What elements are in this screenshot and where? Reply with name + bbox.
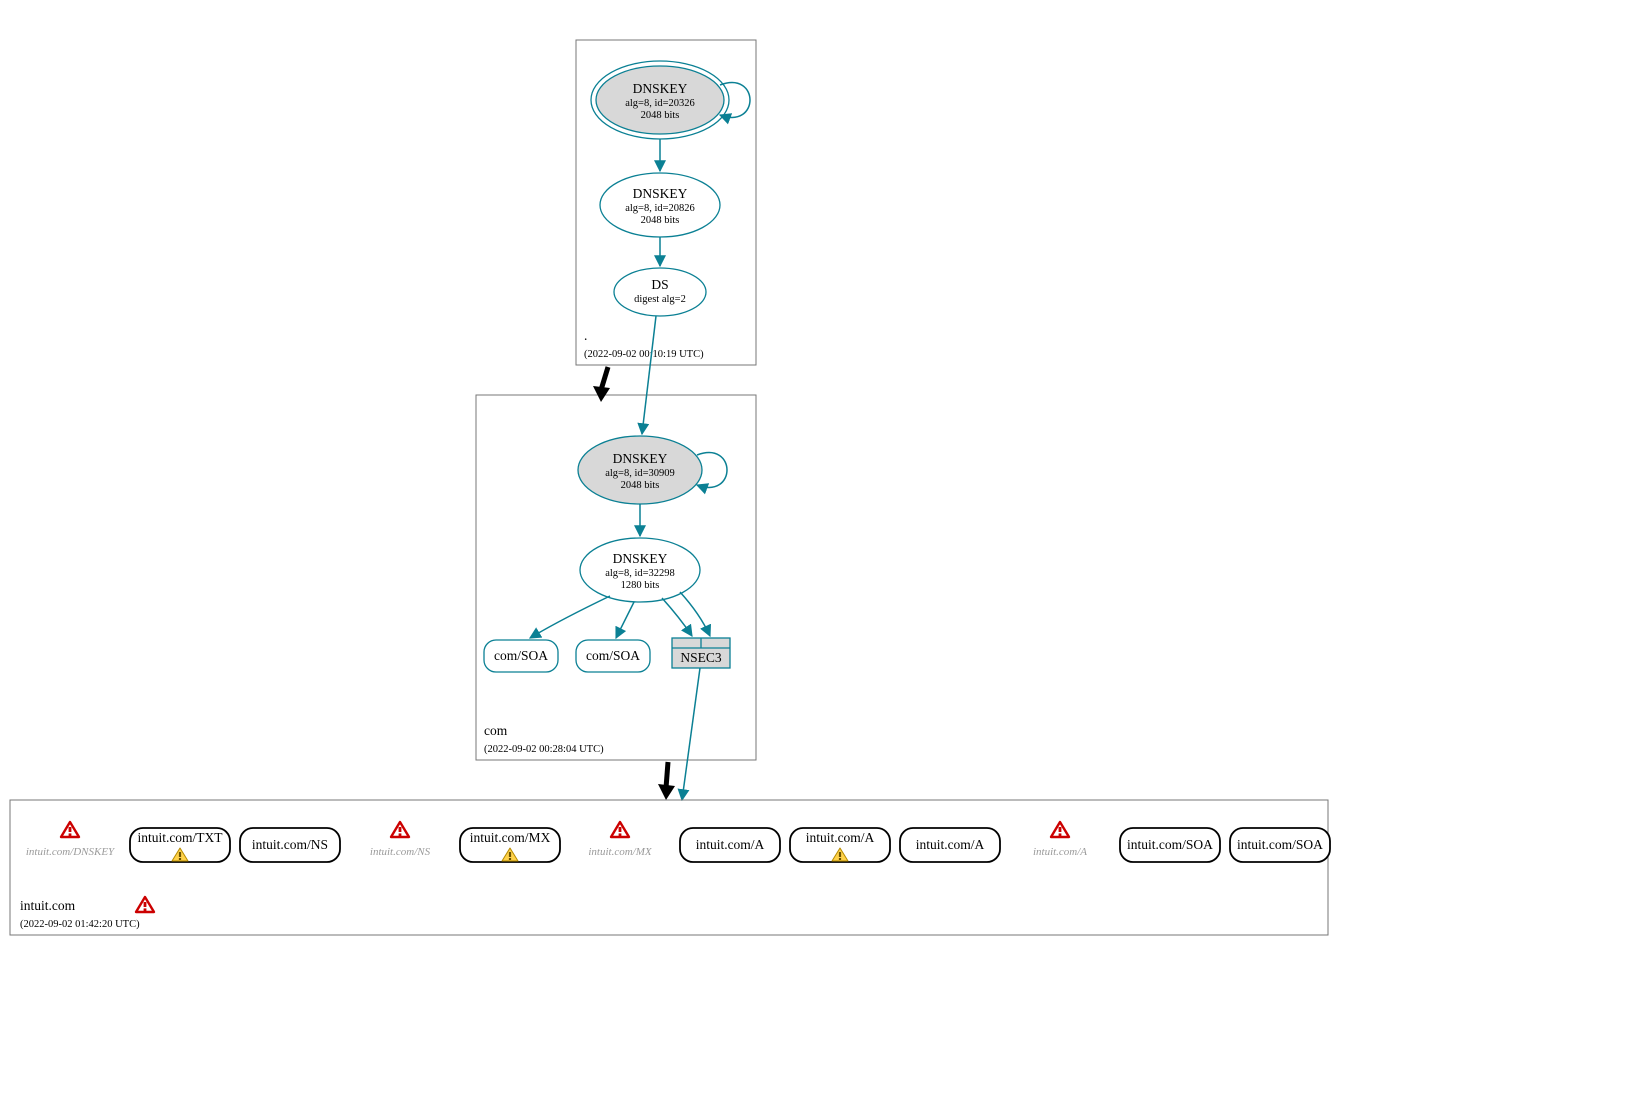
edge-com-zsk-soa1	[530, 596, 610, 638]
svg-text:alg=8, id=32298: alg=8, id=32298	[605, 568, 675, 579]
error-icon	[611, 822, 629, 837]
error-icon	[61, 822, 79, 837]
rr-missing: intuit.com/DNSKEY	[26, 822, 116, 858]
zone-com: com (2022-09-02 00:28:04 UTC) DNSKEY alg…	[476, 395, 756, 760]
svg-text:alg=8, id=20326: alg=8, id=20326	[625, 98, 695, 109]
svg-text:DNSKEY: DNSKEY	[613, 551, 668, 566]
rr-missing: intuit.com/MX	[588, 822, 653, 858]
edge-nsec3-to-intuit	[682, 668, 700, 800]
rr-node: intuit.com/A	[900, 828, 1000, 862]
intuit-row: intuit.com/DNSKEY intuit.com/TXT intuit.co…	[26, 822, 1330, 862]
edge-com-zsk-nsec3a	[662, 598, 692, 636]
rr-node: intuit.com/NS	[240, 828, 340, 862]
svg-text:DNSKEY: DNSKEY	[633, 186, 688, 201]
node-com-soa-2: com/SOA	[576, 640, 650, 672]
edge-com-zsk-nsec3b	[680, 592, 710, 636]
rr-node: intuit.com/MX	[460, 828, 560, 862]
zone-com-ts: (2022-09-02 00:28:04 UTC)	[484, 744, 604, 755]
svg-text:digest alg=2: digest alg=2	[634, 294, 686, 305]
svg-text:alg=8, id=20826: alg=8, id=20826	[625, 203, 695, 214]
rr-missing: intuit.com/NS	[370, 822, 431, 858]
edge-com-zsk-soa2	[616, 602, 634, 638]
node-root-ds: DS digest alg=2	[614, 268, 706, 316]
node-com-ksk: DNSKEY alg=8, id=30909 2048 bits	[578, 436, 702, 504]
rr-node: intuit.com/A	[680, 828, 780, 862]
error-icon	[136, 897, 154, 912]
node-com-soa-1: com/SOA	[484, 640, 558, 672]
rr-label: intuit.com/SOA	[1127, 837, 1213, 852]
zone-root-ts: (2022-09-02 00:10:19 UTC)	[584, 349, 704, 360]
dnssec-graph: . (2022-09-02 00:10:19 UTC) DNSKEY alg=8…	[0, 0, 1640, 1108]
rr-label: intuit.com/A	[1033, 846, 1087, 858]
rr-label: intuit.com/NS	[252, 837, 328, 852]
zone-root-label: .	[584, 328, 587, 343]
node-com-zsk: DNSKEY alg=8, id=32298 1280 bits	[580, 538, 700, 602]
svg-text:1280 bits: 1280 bits	[621, 580, 660, 591]
rr-node: intuit.com/SOA	[1120, 828, 1220, 862]
edge-root-to-com-zone	[593, 367, 610, 402]
svg-text:alg=8, id=30909: alg=8, id=30909	[605, 468, 675, 479]
rr-label: intuit.com/NS	[370, 846, 431, 858]
svg-text:NSEC3: NSEC3	[680, 650, 722, 665]
zone-intuit-ts: (2022-09-02 01:42:20 UTC)	[20, 919, 140, 930]
edge-root-ds-com-ksk	[642, 316, 656, 434]
zone-com-label: com	[484, 723, 508, 738]
rr-node: intuit.com/TXT	[130, 828, 230, 862]
edge-com-to-intuit-zone	[658, 762, 675, 800]
node-root-ksk: DNSKEY alg=8, id=20326 2048 bits	[591, 61, 729, 139]
rr-label: intuit.com/MX	[470, 830, 551, 845]
svg-text:com/SOA: com/SOA	[586, 648, 640, 663]
svg-text:2048 bits: 2048 bits	[641, 215, 680, 226]
rr-node: intuit.com/A	[790, 828, 890, 862]
zone-intuit-label: intuit.com	[20, 898, 76, 913]
rr-label: intuit.com/DNSKEY	[26, 846, 116, 858]
rr-label: intuit.com/A	[696, 837, 765, 852]
rr-label: intuit.com/A	[806, 830, 875, 845]
zone-intuit: intuit.com (2022-09-02 01:42:20 UTC) int…	[10, 800, 1330, 935]
rr-label: intuit.com/A	[916, 837, 985, 852]
svg-text:2048 bits: 2048 bits	[641, 110, 680, 121]
svg-text:DNSKEY: DNSKEY	[613, 451, 668, 466]
svg-text:DS: DS	[651, 277, 668, 292]
rr-label: intuit.com/TXT	[137, 830, 223, 845]
zone-intuit-warning-icon	[136, 897, 154, 912]
node-root-zsk: DNSKEY alg=8, id=20826 2048 bits	[600, 173, 720, 237]
node-com-nsec3: NSEC3	[672, 638, 730, 668]
svg-text:DNSKEY: DNSKEY	[633, 81, 688, 96]
svg-text:com/SOA: com/SOA	[494, 648, 548, 663]
rr-label: intuit.com/SOA	[1237, 837, 1323, 852]
svg-text:2048 bits: 2048 bits	[621, 480, 660, 491]
zone-root: . (2022-09-02 00:10:19 UTC) DNSKEY alg=8…	[576, 40, 756, 365]
rr-missing: intuit.com/A	[1033, 822, 1087, 858]
rr-node: intuit.com/SOA	[1230, 828, 1330, 862]
error-icon	[1051, 822, 1069, 837]
rr-label: intuit.com/MX	[588, 846, 653, 858]
error-icon	[391, 822, 409, 837]
